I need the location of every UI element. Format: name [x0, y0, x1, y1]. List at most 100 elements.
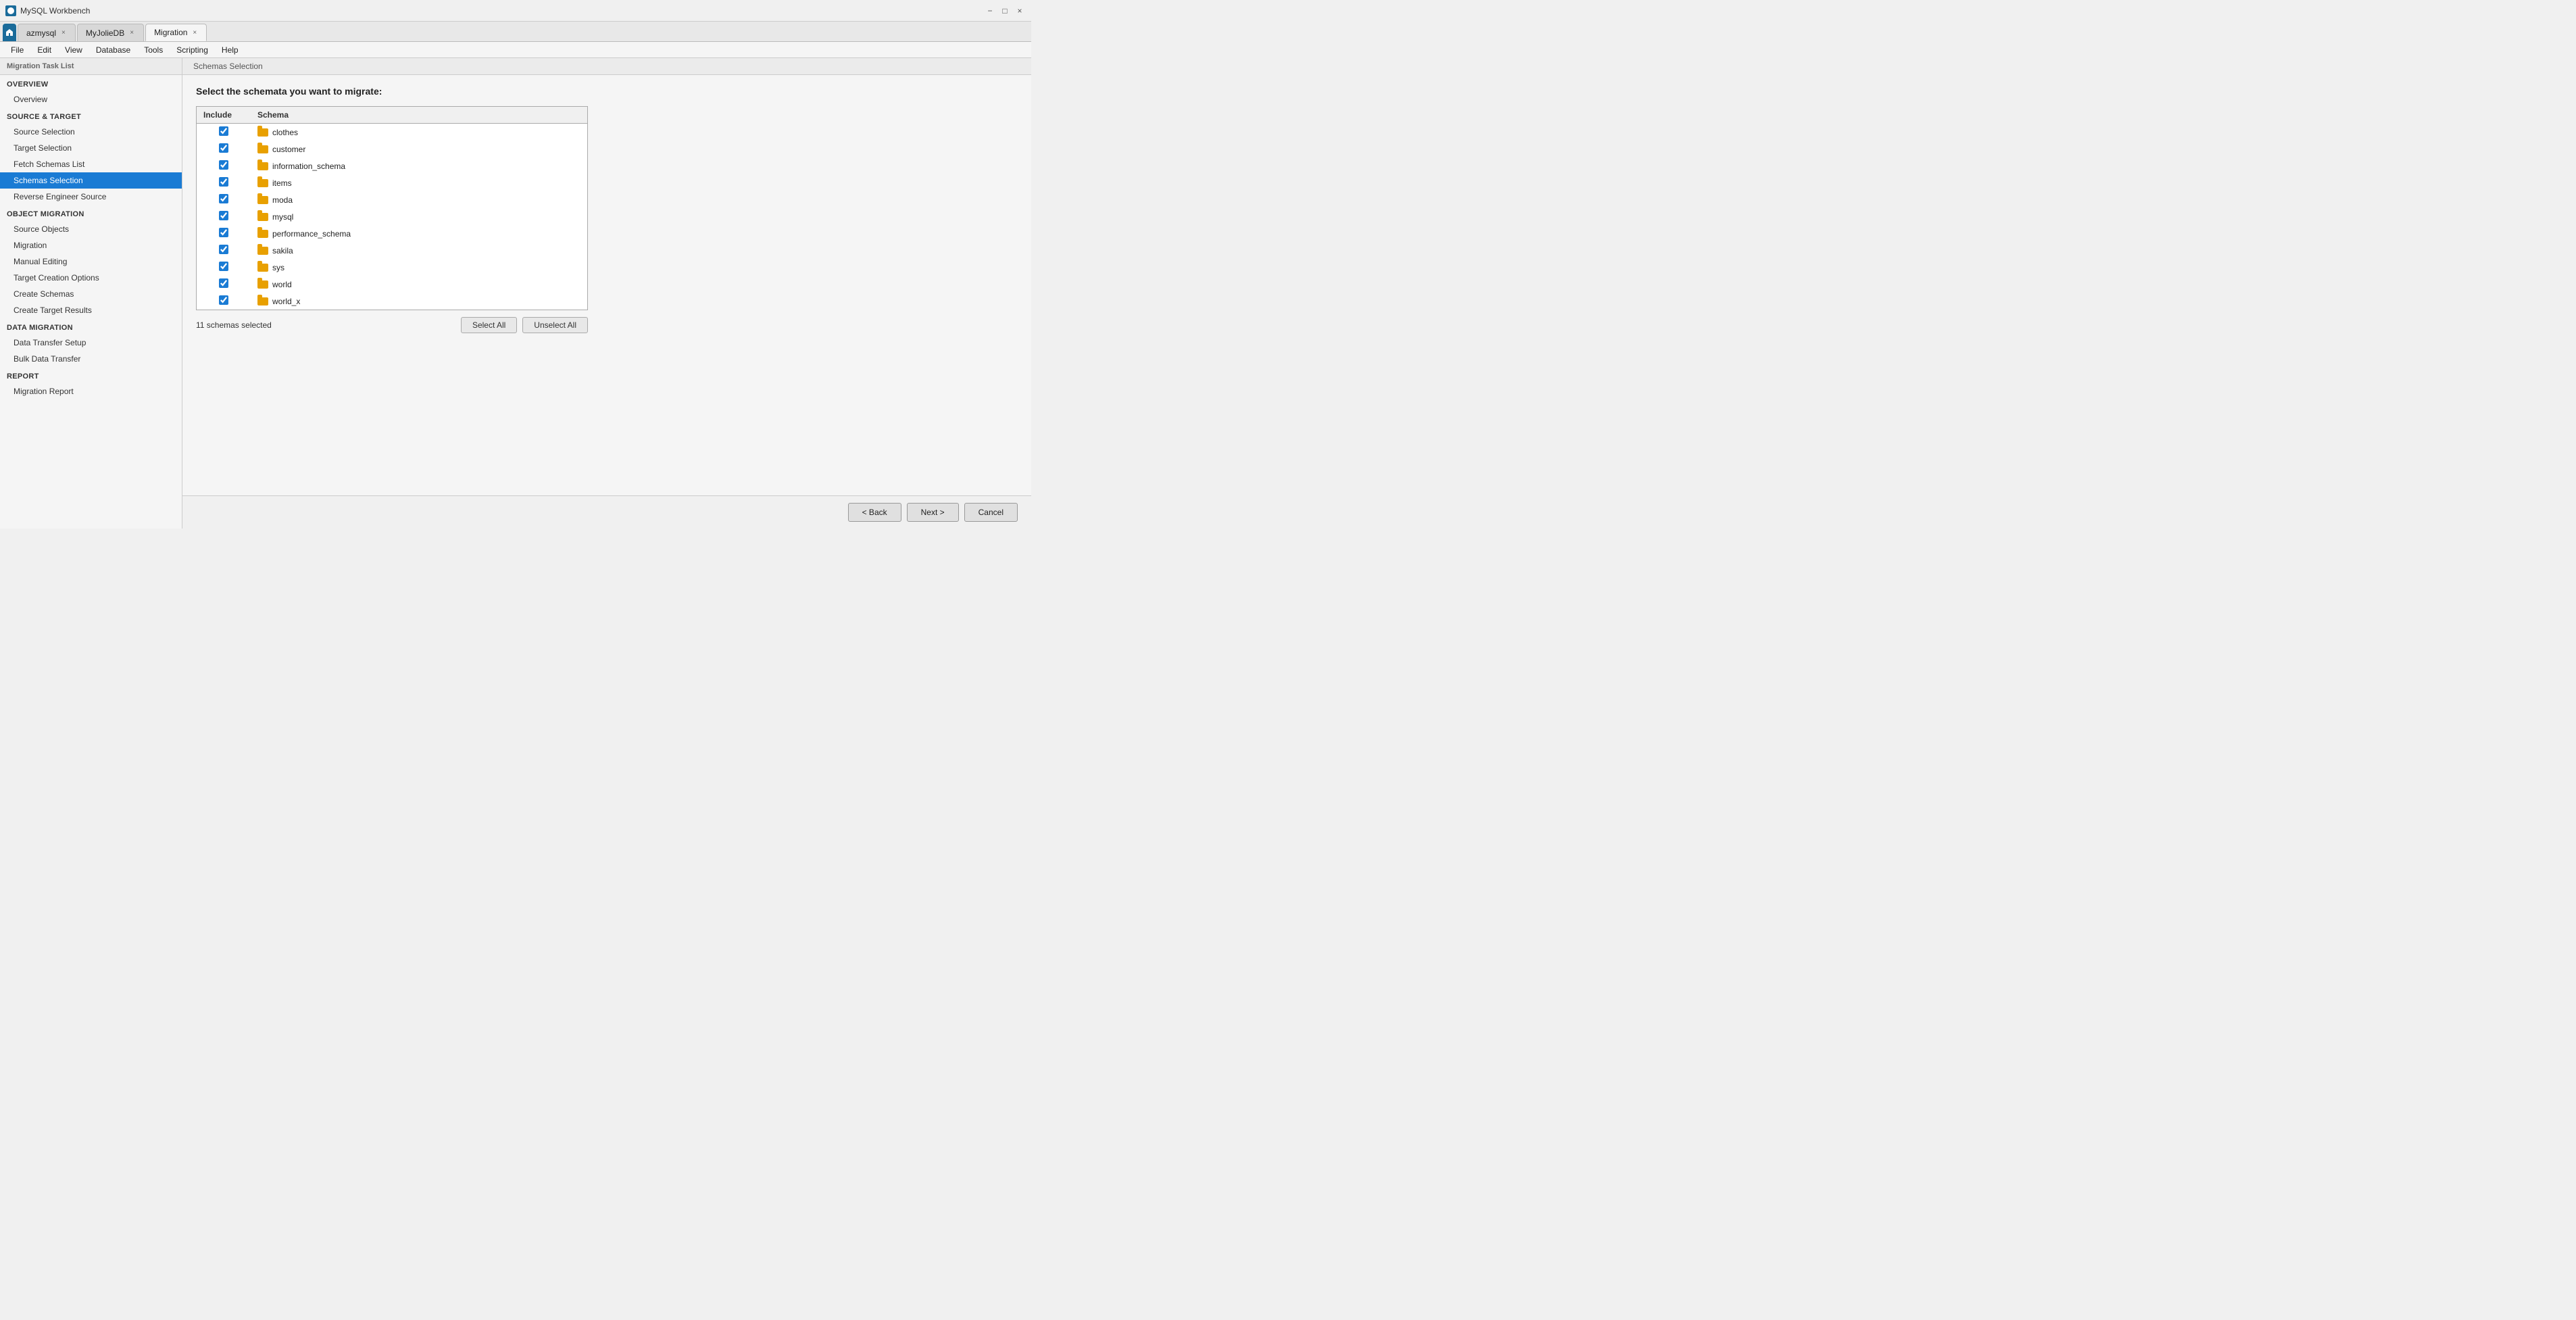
- status-area: 11 schemas selected Select All Unselect …: [196, 317, 588, 333]
- menu-scripting[interactable]: Scripting: [171, 44, 214, 56]
- folder-icon: [257, 247, 268, 255]
- schema-checkbox-world[interactable]: [219, 278, 228, 288]
- sidebar: Migration Task List OVERVIEW Overview SO…: [0, 58, 182, 529]
- back-button[interactable]: < Back: [848, 503, 901, 522]
- schema-name: sakila: [272, 246, 293, 255]
- folder-icon: [257, 145, 268, 153]
- menu-bar: File Edit View Database Tools Scripting …: [0, 42, 1031, 58]
- table-row: moda: [197, 191, 587, 208]
- menu-tools[interactable]: Tools: [139, 44, 168, 56]
- menu-help[interactable]: Help: [216, 44, 244, 56]
- schema-name: performance_schema: [272, 229, 351, 239]
- sidebar-item-migration-report[interactable]: Migration Report: [0, 383, 182, 399]
- sidebar-item-fetch-schemas[interactable]: Fetch Schemas List: [0, 156, 182, 172]
- sidebar-item-create-schemas[interactable]: Create Schemas: [0, 286, 182, 302]
- maximize-button[interactable]: □: [999, 5, 1011, 17]
- app-icon: [5, 5, 16, 16]
- status-text: 11 schemas selected: [196, 320, 272, 330]
- app-title: MySQL Workbench: [20, 6, 90, 16]
- tab-migration-close[interactable]: ×: [191, 28, 198, 37]
- title-bar-left: MySQL Workbench: [5, 5, 90, 16]
- folder-icon: [257, 196, 268, 204]
- cancel-button[interactable]: Cancel: [964, 503, 1018, 522]
- schema-checkbox-sakila[interactable]: [219, 245, 228, 254]
- menu-database[interactable]: Database: [91, 44, 136, 56]
- tab-azmysql-close[interactable]: ×: [60, 28, 67, 37]
- schema-name: moda: [272, 195, 293, 205]
- sidebar-item-create-target[interactable]: Create Target Results: [0, 302, 182, 318]
- schema-checkbox-mysql[interactable]: [219, 211, 228, 220]
- tab-migration[interactable]: Migration ×: [145, 24, 207, 41]
- next-button[interactable]: Next >: [907, 503, 959, 522]
- sidebar-item-target-creation[interactable]: Target Creation Options: [0, 270, 182, 286]
- sidebar-item-manual-editing[interactable]: Manual Editing: [0, 253, 182, 270]
- sidebar-item-source-selection[interactable]: Source Selection: [0, 124, 182, 140]
- schema-checkbox-sys[interactable]: [219, 262, 228, 271]
- sidebar-section-source-target: SOURCE & TARGET: [0, 107, 182, 124]
- title-bar-controls: − □ ×: [984, 5, 1026, 17]
- schema-checkbox-clothes[interactable]: [219, 126, 228, 136]
- menu-view[interactable]: View: [59, 44, 88, 56]
- schema-checkbox-world_x[interactable]: [219, 295, 228, 305]
- tab-migration-label: Migration: [154, 28, 187, 37]
- bottom-nav: < Back Next > Cancel: [182, 495, 1031, 529]
- menu-edit[interactable]: Edit: [32, 44, 57, 56]
- schema-name: customer: [272, 145, 305, 154]
- table-row: customer: [197, 141, 587, 157]
- main-layout: Migration Task List OVERVIEW Overview SO…: [0, 58, 1031, 529]
- col-schema: Schema: [251, 107, 587, 124]
- schema-checkbox-information_schema[interactable]: [219, 160, 228, 170]
- minimize-button[interactable]: −: [984, 5, 996, 17]
- folder-icon: [257, 213, 268, 221]
- table-row: sys: [197, 259, 587, 276]
- unselect-all-button[interactable]: Unselect All: [522, 317, 588, 333]
- schema-checkbox-items[interactable]: [219, 177, 228, 187]
- tab-bar: azmysql × MyJolieDB × Migration ×: [0, 22, 1031, 42]
- schema-checkbox-moda[interactable]: [219, 194, 228, 203]
- sidebar-item-data-transfer[interactable]: Data Transfer Setup: [0, 335, 182, 351]
- tab-azmysql[interactable]: azmysql ×: [18, 24, 76, 41]
- select-all-button[interactable]: Select All: [461, 317, 517, 333]
- folder-icon: [257, 128, 268, 137]
- table-row: sakila: [197, 242, 587, 259]
- sidebar-section-report: REPORT: [0, 367, 182, 383]
- folder-icon: [257, 264, 268, 272]
- sidebar-item-schemas-selection[interactable]: Schemas Selection: [0, 172, 182, 189]
- sidebar-item-target-selection[interactable]: Target Selection: [0, 140, 182, 156]
- close-window-button[interactable]: ×: [1014, 5, 1026, 17]
- tab-myjolie-label: MyJolieDB: [86, 28, 124, 38]
- sidebar-item-migration[interactable]: Migration: [0, 237, 182, 253]
- schema-name: world_x: [272, 297, 300, 306]
- folder-icon: [257, 179, 268, 187]
- title-bar: MySQL Workbench − □ ×: [0, 0, 1031, 22]
- tab-myjolie-close[interactable]: ×: [128, 28, 135, 37]
- content-header: Schemas Selection: [182, 58, 1031, 75]
- schema-checkbox-performance_schema[interactable]: [219, 228, 228, 237]
- table-row: information_schema: [197, 157, 587, 174]
- content-area: Schemas Selection Select the schemata yo…: [182, 58, 1031, 529]
- tab-azmysql-label: azmysql: [26, 28, 56, 38]
- folder-icon: [257, 280, 268, 289]
- schema-name: mysql: [272, 212, 293, 222]
- tab-myjolie[interactable]: MyJolieDB ×: [77, 24, 144, 41]
- tab-home[interactable]: [3, 24, 16, 41]
- table-row: world_x: [197, 293, 587, 310]
- sidebar-item-bulk-transfer[interactable]: Bulk Data Transfer: [0, 351, 182, 367]
- table-row: world: [197, 276, 587, 293]
- menu-file[interactable]: File: [5, 44, 29, 56]
- table-row: items: [197, 174, 587, 191]
- schema-name: information_schema: [272, 162, 345, 171]
- sidebar-section-data-migration: DATA MIGRATION: [0, 318, 182, 335]
- sidebar-section-overview: OVERVIEW: [0, 75, 182, 91]
- sidebar-item-overview[interactable]: Overview: [0, 91, 182, 107]
- table-row: mysql: [197, 208, 587, 225]
- sidebar-item-source-objects[interactable]: Source Objects: [0, 221, 182, 237]
- schema-name: clothes: [272, 128, 298, 137]
- folder-icon: [257, 230, 268, 238]
- folder-icon: [257, 162, 268, 170]
- content-title: Select the schemata you want to migrate:: [196, 86, 1018, 97]
- schema-checkbox-customer[interactable]: [219, 143, 228, 153]
- schema-name: items: [272, 178, 292, 188]
- sidebar-item-reverse-engineer[interactable]: Reverse Engineer Source: [0, 189, 182, 205]
- schema-table-wrapper: Include Schema clothescustomerinformatio…: [196, 106, 588, 310]
